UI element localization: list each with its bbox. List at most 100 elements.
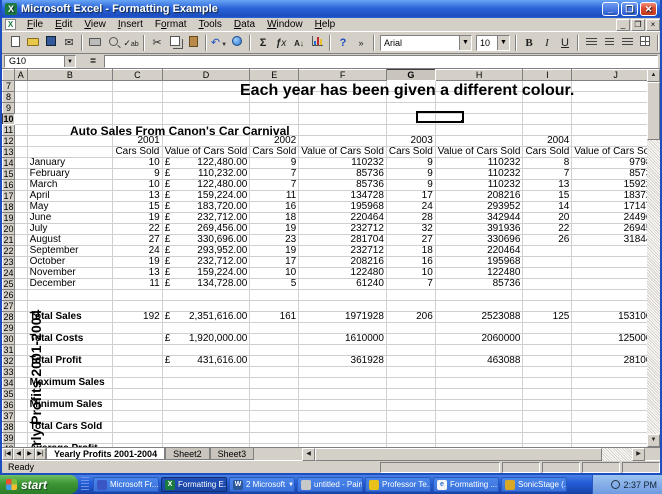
menu-help[interactable]: Help <box>309 18 342 31</box>
cell-H36[interactable] <box>435 400 523 411</box>
cell-C22[interactable]: 24 <box>113 246 163 257</box>
row-header-30[interactable]: 30 <box>3 334 15 345</box>
cell-G27[interactable] <box>386 301 435 312</box>
cell-C18[interactable]: 15 <box>113 202 163 213</box>
cell-F27[interactable] <box>299 301 387 312</box>
row-header-34[interactable]: 34 <box>3 378 15 389</box>
cell-F16[interactable]: 85736 <box>299 180 387 191</box>
cell-E16[interactable]: 7 <box>250 180 299 191</box>
row-header-25[interactable]: 25 <box>3 279 15 290</box>
last-sheet-icon[interactable]: ▶| <box>35 448 46 460</box>
cell-I17[interactable]: 15 <box>523 191 572 202</box>
row-header-31[interactable]: 31 <box>3 345 15 356</box>
cell-F36[interactable] <box>299 400 387 411</box>
cell-F21[interactable]: 281704 <box>299 235 387 246</box>
cell-B16[interactable]: March <box>27 180 113 191</box>
cell-I19[interactable]: 20 <box>523 213 572 224</box>
cell-D38[interactable] <box>162 422 250 433</box>
cell-F12[interactable] <box>299 136 387 147</box>
cell-G13[interactable]: Cars Sold <box>386 147 435 158</box>
row-header-15[interactable]: 15 <box>3 169 15 180</box>
cut-button[interactable]: ✂ <box>148 34 166 52</box>
row-header-13[interactable]: 13 <box>3 147 15 158</box>
prev-sheet-icon[interactable]: ◀ <box>13 448 24 460</box>
cell-F15[interactable]: 85736 <box>299 169 387 180</box>
cell-F26[interactable] <box>299 290 387 301</box>
cell-A27[interactable] <box>14 301 27 312</box>
cell-D19[interactable]: £232,712.00 <box>162 213 250 224</box>
cell-C14[interactable]: 10 <box>113 158 163 169</box>
cell-D31[interactable] <box>162 345 250 356</box>
cell-I9[interactable] <box>523 103 572 114</box>
cell-A22[interactable] <box>14 246 27 257</box>
cell-I11[interactable] <box>523 125 572 136</box>
cell-A7[interactable] <box>14 81 27 92</box>
cell-E29[interactable] <box>250 323 299 334</box>
cell-C34[interactable] <box>113 378 163 389</box>
start-button[interactable]: start <box>0 475 78 494</box>
chart-wizard-button[interactable] <box>308 34 326 52</box>
cell-D33[interactable] <box>162 367 250 378</box>
cell-F31[interactable] <box>299 345 387 356</box>
cell-F17[interactable]: 134728 <box>299 191 387 202</box>
cell-I23[interactable] <box>523 257 572 268</box>
cell-G17[interactable]: 17 <box>386 191 435 202</box>
italic-button[interactable]: I <box>538 34 556 52</box>
cell-A8[interactable] <box>14 92 27 103</box>
cell-I21[interactable]: 26 <box>523 235 572 246</box>
cell-G35[interactable] <box>386 389 435 400</box>
mdi-close-button[interactable]: × <box>646 19 660 31</box>
cell-G28[interactable]: 206 <box>386 312 435 323</box>
scroll-left-icon[interactable]: ◀ <box>302 448 315 461</box>
cell-D23[interactable]: £232,712.00 <box>162 257 250 268</box>
horizontal-scroll-thumb[interactable] <box>315 448 602 461</box>
cell-G36[interactable] <box>386 400 435 411</box>
horizontal-scrollbar[interactable]: ◀ ▶ <box>302 448 645 461</box>
cell-C27[interactable] <box>113 301 163 312</box>
cell-C8[interactable] <box>113 92 163 103</box>
cell-D29[interactable] <box>162 323 250 334</box>
cell-D20[interactable]: £269,456.00 <box>162 224 250 235</box>
cell-C29[interactable] <box>113 323 163 334</box>
cell-I24[interactable] <box>523 268 572 279</box>
cell-F13[interactable]: Value of Cars Sold <box>299 147 387 158</box>
cell-F11[interactable] <box>299 125 387 136</box>
col-header-I[interactable]: I <box>523 70 572 81</box>
cell-H21[interactable]: 330696 <box>435 235 523 246</box>
cell-E9[interactable] <box>250 103 299 114</box>
cell-I25[interactable] <box>523 279 572 290</box>
taskbar-professor-button[interactable]: Professor Te... <box>365 477 431 492</box>
cell-I20[interactable]: 22 <box>523 224 572 235</box>
cell-A31[interactable] <box>14 345 27 356</box>
font-name-combo[interactable]: Arial▼ <box>380 35 472 51</box>
cell-C10[interactable] <box>113 114 163 125</box>
cell-F19[interactable]: 220464 <box>299 213 387 224</box>
cell-E32[interactable] <box>250 356 299 367</box>
taskbar-sonicstage-button[interactable]: SonicStage (... <box>501 477 567 492</box>
cell-D30[interactable]: £1,920,000.00 <box>162 334 250 345</box>
cell-I37[interactable] <box>523 411 572 422</box>
cell-F39[interactable] <box>299 433 387 444</box>
cell-G25[interactable]: 7 <box>386 279 435 290</box>
cell-D7[interactable] <box>162 81 250 92</box>
cell-A19[interactable] <box>14 213 27 224</box>
cell-G39[interactable] <box>386 433 435 444</box>
cell-D21[interactable]: £330,696.00 <box>162 235 250 246</box>
cell-H26[interactable] <box>435 290 523 301</box>
cell-C15[interactable]: 9 <box>113 169 163 180</box>
cell-I10[interactable] <box>523 114 572 125</box>
cell-A33[interactable] <box>14 367 27 378</box>
cell-D17[interactable]: £159,224.00 <box>162 191 250 202</box>
cell-C21[interactable]: 27 <box>113 235 163 246</box>
cell-C33[interactable] <box>113 367 163 378</box>
cell-D25[interactable]: £134,728.00 <box>162 279 250 290</box>
menu-format[interactable]: Format <box>149 18 193 31</box>
cell-F20[interactable]: 232712 <box>299 224 387 235</box>
cell-E39[interactable] <box>250 433 299 444</box>
cell-A9[interactable] <box>14 103 27 114</box>
cell-D8[interactable] <box>162 92 250 103</box>
cell-H14[interactable]: 110232 <box>435 158 523 169</box>
cell-E31[interactable] <box>250 345 299 356</box>
cell-G20[interactable]: 32 <box>386 224 435 235</box>
cell-G38[interactable] <box>386 422 435 433</box>
